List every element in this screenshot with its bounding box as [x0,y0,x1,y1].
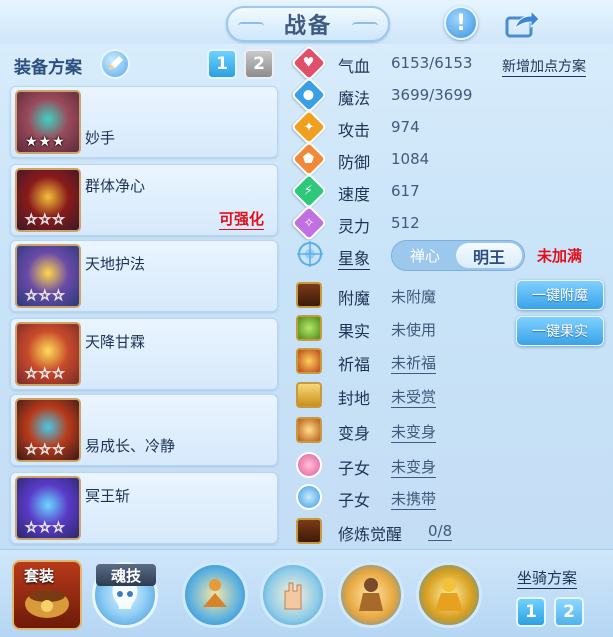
equip-item-name: 天降甘霖 [85,333,146,351]
equip-scheme-tab-1[interactable]: 1 [207,49,237,79]
sword-icon: ✦ [290,108,328,146]
equip-item-icon[interactable]: ☆☆☆ [15,398,81,462]
stat-label: 速度 [338,185,371,204]
stat-label: 防御 [338,153,371,172]
mount-scheme-tab-2[interactable]: 2 [554,597,584,627]
extra-label: 果实 [338,322,371,341]
enchant-icon [296,282,322,308]
equip-item-icon[interactable]: ☆☆☆ [15,244,81,308]
spirit-icon: ✧ [290,204,328,242]
extra-value[interactable]: 未变身 [391,421,437,443]
extra-label: 修炼觉醒 [338,525,403,544]
extra-value: 未附魔 [391,288,437,306]
hand-icon [284,582,302,610]
equip-slot[interactable]: ☆☆☆ 易成长、冷静 [10,394,278,466]
extra-label: 封地 [338,389,371,408]
extra-label: 附魔 [338,289,371,308]
equip-slot[interactable]: ☆☆☆ 群体净心可强化 [10,164,278,236]
skill-slot-1[interactable] [182,562,248,628]
star-sign-label[interactable]: 星象 [338,245,371,270]
extra-label: 子女 [338,491,371,510]
blessing-icon [296,348,322,374]
extra-value[interactable]: 未携带 [391,488,437,510]
extra-value[interactable]: 0/8 [428,522,453,541]
stat-value: 617 [391,182,420,200]
page-title: 战备 [283,14,332,39]
star-rating: ☆☆☆ [25,212,66,228]
equip-slot[interactable]: ★★★ 妙手 [10,86,278,158]
pencil-icon [109,56,123,70]
equip-slot[interactable]: ☆☆☆ 冥王斩 [10,472,278,544]
equip-item-icon[interactable]: ☆☆☆ [15,322,81,386]
stat-label: 气血 [338,57,371,76]
star-rating: ☆☆☆ [25,366,66,382]
warrior-icon [359,578,383,611]
star-rating: ☆☆☆ [25,520,66,536]
exclamation-icon: ! [455,10,467,36]
lightning-icon: ⚡ [290,172,328,210]
star-sign-icon [297,241,323,267]
child-flower-icon [296,452,322,478]
star-rating: ★★★ [25,134,66,150]
star-rating: ☆☆☆ [25,288,66,304]
star-sign-status: 未加满 [537,247,583,265]
upgradable-badge[interactable]: 可强化 [219,208,265,230]
star-sign-toggle[interactable]: 禅心 明王 [391,240,525,271]
equip-item-name: 妙手 [85,129,116,147]
star-rating: ☆☆☆ [25,442,66,458]
meditating-figure-icon [203,579,227,607]
equip-item-name: 冥王斩 [85,487,131,505]
skill-slot-4[interactable] [416,562,482,628]
fief-icon [296,382,322,408]
stat-value: 6153/6153 [391,54,473,72]
extra-value[interactable]: 未祈福 [391,352,437,374]
equip-item-name: 群体净心 [85,177,146,195]
soul-skill-label: 魂技 [96,564,156,586]
heart-icon: ♥ [290,44,328,82]
mount-scheme-tab-1[interactable]: 1 [516,597,546,627]
equip-item-icon[interactable]: ★★★ [15,90,81,154]
one-key-enchant-button[interactable]: 一键附魔 [516,280,604,310]
mount-scheme-label[interactable]: 坐骑方案 [517,567,578,589]
stat-value: 3699/3699 [391,86,473,104]
star-option-chanxin[interactable]: 禅心 [394,243,456,268]
title-plate: 战备 [226,6,390,42]
child-paw-icon [296,484,322,510]
extra-value: 未使用 [391,321,437,339]
one-key-fruit-button[interactable]: 一键果实 [516,316,604,346]
equip-item-icon[interactable]: ☆☆☆ [15,168,81,232]
stat-value: 974 [391,118,420,136]
transform-icon [296,417,322,443]
extra-label: 祈福 [338,355,371,374]
equip-slot[interactable]: ☆☆☆ 天降甘霖 [10,318,278,390]
fruit-icon [296,315,322,341]
skill-slot-2[interactable] [260,562,326,628]
info-button[interactable]: ! [444,6,478,40]
extra-label: 子女 [338,459,371,478]
golden-buddha-icon [435,578,463,611]
shield-icon: ⬟ [290,140,328,178]
equip-item-icon[interactable]: ☆☆☆ [15,476,81,540]
skill-slot-3[interactable] [338,562,404,628]
suit-label: 套装 [24,567,55,585]
equip-scheme-label: 装备方案 [14,58,82,78]
star-option-mingwang[interactable]: 明王 [456,243,522,268]
equip-slot[interactable]: ☆☆☆ 天地护法 [10,240,278,312]
stat-label: 魔法 [338,89,371,108]
equip-item-name: 天地护法 [85,255,146,273]
extra-value[interactable]: 未变身 [391,456,437,478]
stat-value: 512 [391,214,420,232]
equip-scheme-tab-2[interactable]: 2 [244,49,274,79]
add-point-scheme-link[interactable]: 新增加点方案 [502,56,586,77]
stat-value: 1084 [391,150,430,168]
extra-value[interactable]: 未受赏 [391,386,437,408]
cultivation-icon [296,518,322,544]
share-icon[interactable] [505,8,541,38]
extra-label: 变身 [338,424,371,443]
equip-item-name: 易成长、冷静 [85,437,176,455]
stat-label: 灵力 [338,217,371,236]
droplet-icon: ● [290,76,328,114]
edit-scheme-button[interactable] [100,49,130,79]
stat-label: 攻击 [338,121,371,140]
